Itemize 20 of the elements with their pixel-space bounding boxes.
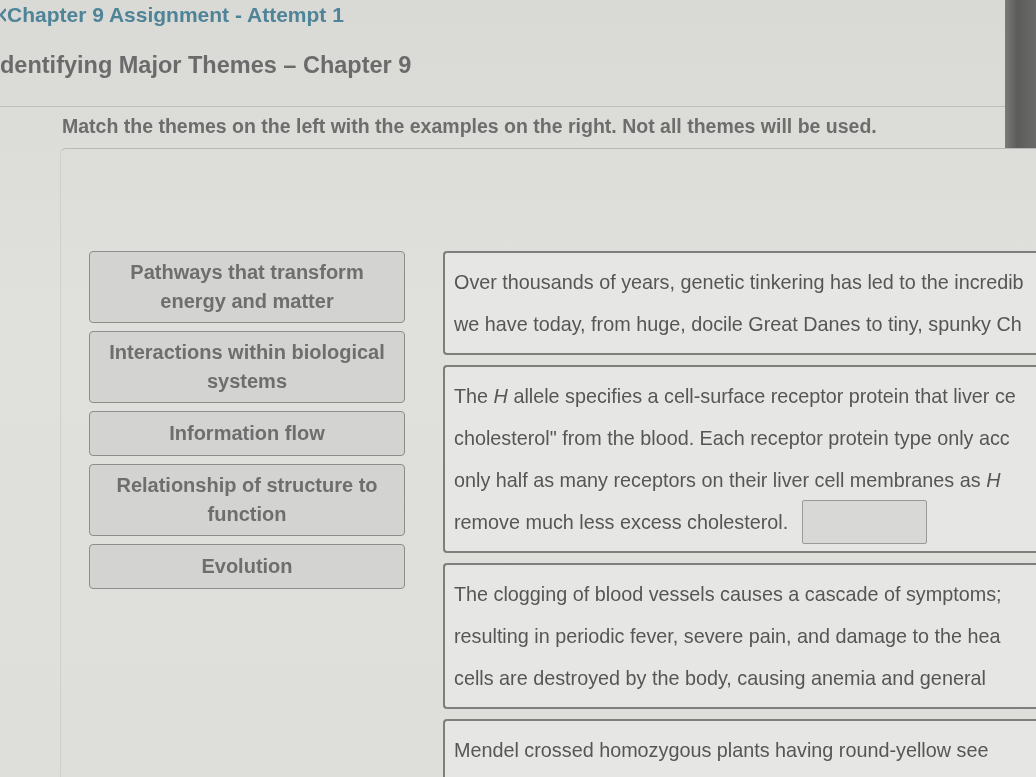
assignment-link[interactable]: Chapter 9 Assignment - Attempt 1 [0, 3, 344, 27]
example-line: remove much less excess cholesterol. [454, 510, 789, 534]
example-line: resulting in periodic fever, severe pain, and damage to the hea [454, 624, 1001, 648]
theme-tile[interactable]: Pathways that transform energy and matter [89, 251, 405, 323]
example-line: Mendel crossed homozygous plants having round-yellow see [454, 738, 989, 762]
example-line: Over thousands of years, genetic tinkering has led to the incredib [454, 270, 1024, 294]
theme-tile[interactable]: Relationship of structure to function [89, 464, 405, 536]
instructions-text: Match the themes on the left with the examples on the right. Not all themes will be used. [62, 115, 878, 137]
answer-box[interactable] [802, 500, 928, 544]
example-line: we have today, from huge, docile Great Danes to tiny, spunky Ch [454, 312, 1022, 336]
example-line: The clogging of blood vessels causes a cascade of symptoms; [454, 582, 1002, 606]
chevron-left-icon [0, 8, 6, 22]
example-line: cholesterol" from the blood. Each receptor protein type only acc [454, 426, 1010, 450]
theme-tile[interactable]: Evolution [89, 544, 405, 589]
example-line: only half as many receptors on their liver cell membranes as H [454, 468, 1001, 492]
theme-tile[interactable]: Information flow [89, 411, 405, 456]
example-line: The H allele specifies a cell-surface receptor protein that liver ce [454, 384, 1016, 408]
example-line: cells are destroyed by the body, causing anemia and general [454, 666, 986, 690]
page-heading: dentifying Major Themes – Chapter 9 [0, 51, 413, 79]
theme-tile[interactable]: Interactions within biological systems [89, 331, 405, 403]
